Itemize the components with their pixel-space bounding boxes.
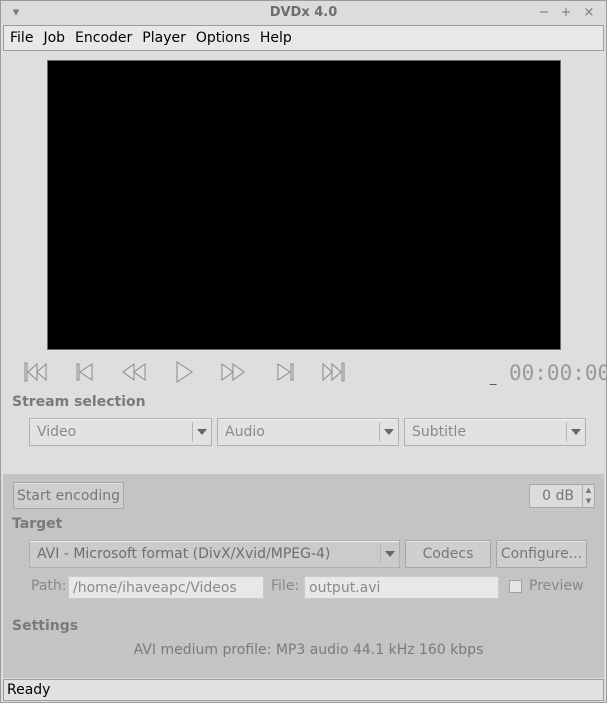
- chevron-down-icon: [193, 429, 211, 435]
- skip-to-start-icon: [24, 362, 47, 382]
- subtitle-stream-select[interactable]: Subtitle: [404, 418, 586, 446]
- time-prefix: _: [490, 371, 497, 386]
- subtitle-stream-value: Subtitle: [412, 424, 467, 440]
- close-icon[interactable]: ×: [580, 4, 598, 22]
- video-stream-select[interactable]: Video: [29, 418, 212, 446]
- video-stream-value: Video: [37, 424, 77, 440]
- file-label: File:: [271, 578, 300, 594]
- app-window: ▾ DVDx 4.0 − + × File Job Encoder Player…: [0, 0, 607, 703]
- transport-controls: [19, 357, 359, 387]
- previous-chapter-button[interactable]: [68, 357, 102, 387]
- minimize-icon[interactable]: −: [535, 4, 553, 22]
- menu-player[interactable]: Player: [137, 26, 191, 50]
- menu-options[interactable]: Options: [191, 26, 255, 50]
- audio-stream-value: Audio: [225, 424, 265, 440]
- settings-profile-text: AVI medium profile: MP3 audio 44.1 kHz 1…: [133, 642, 484, 658]
- next-chapter-button[interactable]: [268, 357, 302, 387]
- menubar: File Job Encoder Player Options Help: [3, 25, 604, 51]
- skip-back-icon: [76, 363, 93, 381]
- skip-forward-icon: [277, 363, 294, 381]
- preview-label: Preview: [529, 578, 584, 594]
- volume-spinner[interactable]: 0 dB ▲ ▼: [529, 484, 595, 508]
- preview-checkbox[interactable]: [509, 580, 522, 593]
- audio-stream-select[interactable]: Audio: [217, 418, 399, 446]
- settings-label: Settings: [12, 618, 79, 634]
- codecs-button[interactable]: Codecs: [405, 540, 491, 568]
- configure-button[interactable]: Configure...: [496, 540, 587, 568]
- video-preview: [47, 60, 561, 350]
- go-to-start-button[interactable]: [19, 357, 53, 387]
- chevron-down-icon: [380, 429, 398, 435]
- fast-forward-button[interactable]: [216, 357, 250, 387]
- rewind-button[interactable]: [117, 357, 151, 387]
- path-label: Path:: [31, 578, 67, 594]
- rewind-icon: [122, 363, 146, 381]
- titlebar: ▾ DVDx 4.0 − + ×: [1, 1, 606, 25]
- target-label: Target: [12, 516, 63, 532]
- skip-to-end-icon: [322, 362, 345, 382]
- start-encoding-button[interactable]: Start encoding: [13, 482, 124, 509]
- file-input[interactable]: [304, 576, 499, 599]
- go-to-end-button[interactable]: [317, 357, 351, 387]
- window-title: DVDx 4.0: [269, 5, 338, 20]
- volume-value: 0 dB: [542, 488, 574, 504]
- chevron-down-icon: [567, 429, 585, 435]
- play-button[interactable]: [167, 357, 201, 387]
- status-bar: Ready: [3, 679, 604, 701]
- menu-encoder[interactable]: Encoder: [70, 26, 137, 50]
- play-icon: [176, 361, 193, 383]
- menu-file[interactable]: File: [4, 26, 38, 50]
- menu-job[interactable]: Job: [38, 26, 70, 50]
- fast-forward-icon: [221, 363, 245, 381]
- stream-selection-label: Stream selection: [12, 394, 146, 410]
- spin-down-icon[interactable]: ▼: [583, 496, 594, 507]
- spin-up-icon[interactable]: ▲: [583, 485, 594, 496]
- format-value: AVI - Microsoft format (DivX/Xvid/MPEG-4…: [37, 546, 331, 562]
- timecode-display: 00:00:00: [509, 361, 607, 385]
- maximize-icon[interactable]: +: [557, 4, 575, 22]
- menu-help[interactable]: Help: [255, 26, 297, 50]
- chevron-down-icon: [381, 551, 399, 557]
- path-input[interactable]: [68, 576, 264, 599]
- format-select[interactable]: AVI - Microsoft format (DivX/Xvid/MPEG-4…: [29, 540, 400, 568]
